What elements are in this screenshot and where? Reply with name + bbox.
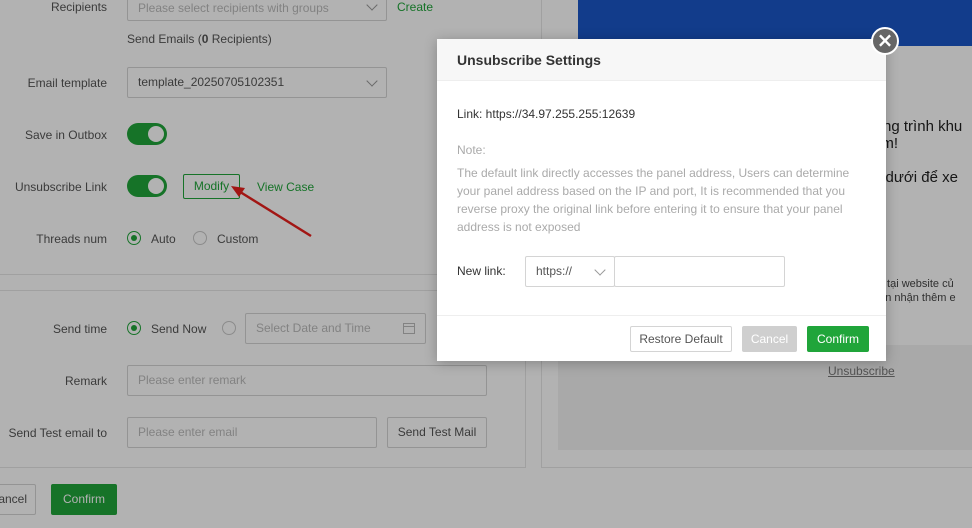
protocol-select[interactable]: https:// [525, 256, 615, 287]
dialog-confirm-button[interactable]: Confirm [807, 326, 869, 352]
note-body: The default link directly accesses the p… [457, 166, 850, 234]
note-label: Note: [457, 143, 486, 157]
protocol-value: https:// [536, 264, 573, 278]
current-link-text: Link: https://34.97.255.255:12639 [457, 107, 636, 121]
new-link-label: New link: [457, 264, 506, 278]
close-icon[interactable]: × [871, 27, 899, 55]
new-link-input[interactable] [614, 256, 785, 287]
dialog-title: Unsubscribe Settings [457, 52, 601, 68]
restore-default-button[interactable]: Restore Default [630, 326, 732, 352]
dialog-footer-divider [437, 315, 886, 316]
dialog-header: Unsubscribe Settings [437, 39, 886, 81]
chevron-down-icon [594, 264, 606, 276]
unsubscribe-settings-dialog: Unsubscribe Settings Link: https://34.97… [437, 39, 886, 361]
dialog-cancel-button[interactable]: Cancel [742, 326, 797, 352]
